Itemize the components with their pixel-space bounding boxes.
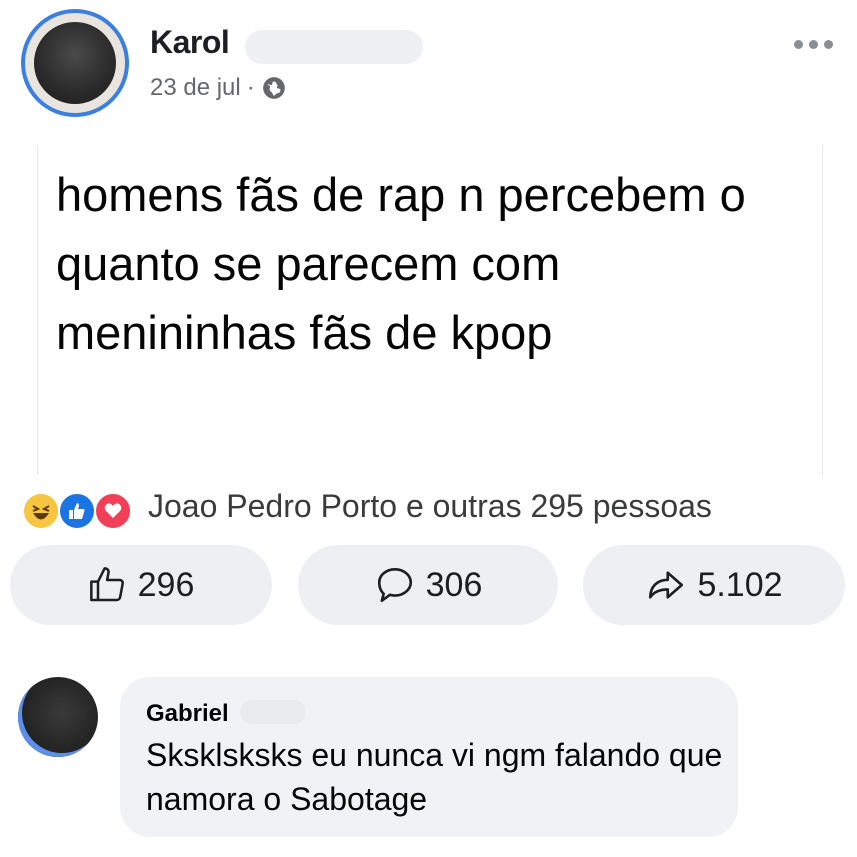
meta-separator: · xyxy=(246,74,255,101)
commenter-avatar[interactable] xyxy=(18,677,98,757)
post-meta: 23 de jul · xyxy=(150,74,287,102)
commenter-surname-redaction xyxy=(240,700,306,724)
comment-count: 306 xyxy=(425,565,483,604)
post-text: homens fãs de rap n percebem o quanto se… xyxy=(56,168,746,359)
author-avatar[interactable] xyxy=(21,9,129,117)
author-surname-redaction xyxy=(245,30,423,64)
share-icon xyxy=(649,571,684,599)
share-count: 5.102 xyxy=(697,565,783,604)
haha-icon xyxy=(22,492,60,530)
reaction-icons[interactable] xyxy=(22,492,134,530)
commenter-name[interactable]: Gabriel xyxy=(146,700,229,728)
comment-text: Sksklsksks eu nunca vi ngm falando que n… xyxy=(146,737,723,817)
like-button[interactable]: 296 xyxy=(10,545,272,625)
like-icon xyxy=(58,492,96,530)
author-name[interactable]: Karol xyxy=(150,24,230,61)
globe-icon xyxy=(262,77,285,99)
left-divider xyxy=(37,145,38,475)
reactions-summary[interactable]: Joao Pedro Porto e outras 295 pessoas xyxy=(148,488,712,525)
right-divider xyxy=(822,145,823,475)
love-icon xyxy=(94,492,132,530)
share-button[interactable]: 5.102 xyxy=(583,545,845,625)
comment-icon xyxy=(377,567,412,603)
thumbs-up-icon xyxy=(89,567,124,602)
comment-button[interactable]: 306 xyxy=(298,545,558,625)
like-count: 296 xyxy=(137,565,195,604)
post-date[interactable]: 23 de jul xyxy=(150,74,241,102)
more-options-icon[interactable] xyxy=(794,40,833,49)
